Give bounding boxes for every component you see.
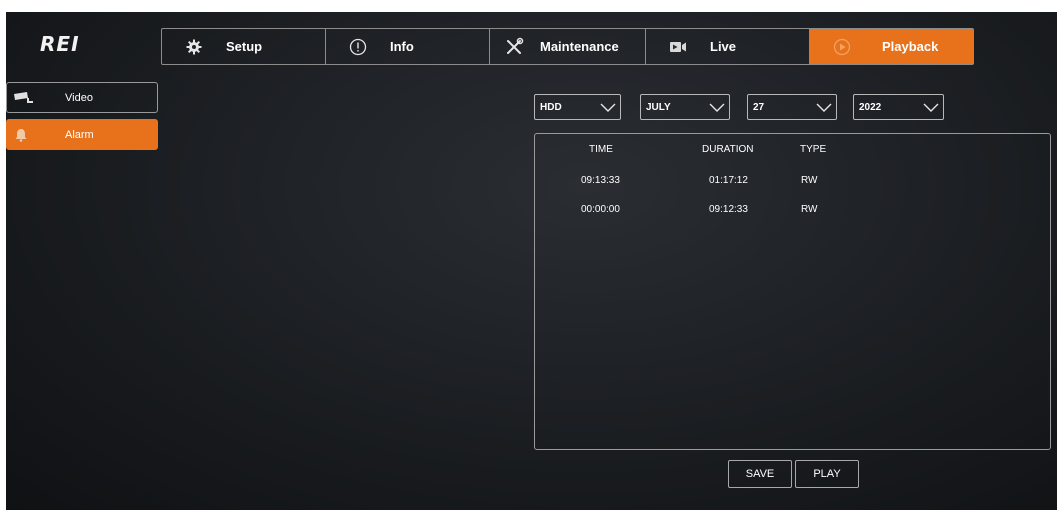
tab-setup[interactable]: Setup [162, 29, 326, 64]
storage-select[interactable]: HDD [534, 94, 621, 120]
chevron-down-icon [709, 103, 725, 112]
month-select[interactable]: JULY [640, 94, 730, 120]
row-time: 09:13:33 [581, 175, 620, 186]
playback-icon [832, 37, 852, 57]
video-camera-icon [668, 37, 688, 57]
tab-live-label: Live [710, 39, 737, 54]
tab-live[interactable]: Live [646, 29, 810, 64]
security-camera-icon [13, 90, 35, 106]
bell-icon [13, 127, 35, 143]
storage-select-value: HDD [540, 101, 562, 113]
row-duration: 09:12:33 [709, 204, 748, 215]
tab-maintenance[interactable]: Maintenance [490, 29, 646, 64]
tab-maintenance-label: Maintenance [540, 39, 619, 54]
header-type: TYPE [800, 144, 827, 155]
wrench-icon [504, 37, 524, 57]
month-select-value: JULY [646, 101, 671, 113]
header-time: TIME [589, 144, 613, 155]
sidebar-item-video[interactable]: Video [6, 82, 158, 113]
sidebar-item-alarm-label: Alarm [65, 128, 94, 141]
chevron-down-icon [600, 103, 616, 112]
row-time: 00:00:00 [581, 204, 620, 215]
day-select-value: 27 [753, 101, 765, 113]
top-navigation: Setup Info Maintenance Live Playback [161, 28, 974, 65]
save-button[interactable]: SAVE [728, 460, 792, 488]
tab-playback-label: Playback [882, 39, 939, 54]
year-select[interactable]: 2022 [853, 94, 944, 120]
chevron-down-icon [923, 103, 939, 112]
header-duration: DURATION [702, 144, 754, 155]
tab-info-label: Info [390, 39, 414, 54]
tab-setup-label: Setup [226, 39, 263, 54]
sidebar-item-video-label: Video [65, 91, 93, 104]
row-duration: 01:17:12 [709, 175, 748, 186]
row-type: RW [801, 204, 818, 215]
dvr-screen: REI Setup Info Maintenance Live Playback… [6, 12, 1057, 510]
play-button[interactable]: PLAY [795, 460, 859, 488]
info-icon [348, 37, 368, 57]
row-type: RW [801, 175, 818, 186]
chevron-down-icon [816, 103, 832, 112]
tab-info[interactable]: Info [326, 29, 490, 64]
brand-logo: REI [40, 32, 80, 56]
day-select[interactable]: 27 [747, 94, 837, 120]
recordings-table: TIME DURATION TYPE 09:13:33 01:17:12 RW … [534, 133, 1051, 450]
tab-playback[interactable]: Playback [810, 29, 973, 64]
sidebar-item-alarm[interactable]: Alarm [6, 119, 158, 150]
year-select-value: 2022 [859, 101, 882, 113]
gear-icon [184, 37, 204, 57]
